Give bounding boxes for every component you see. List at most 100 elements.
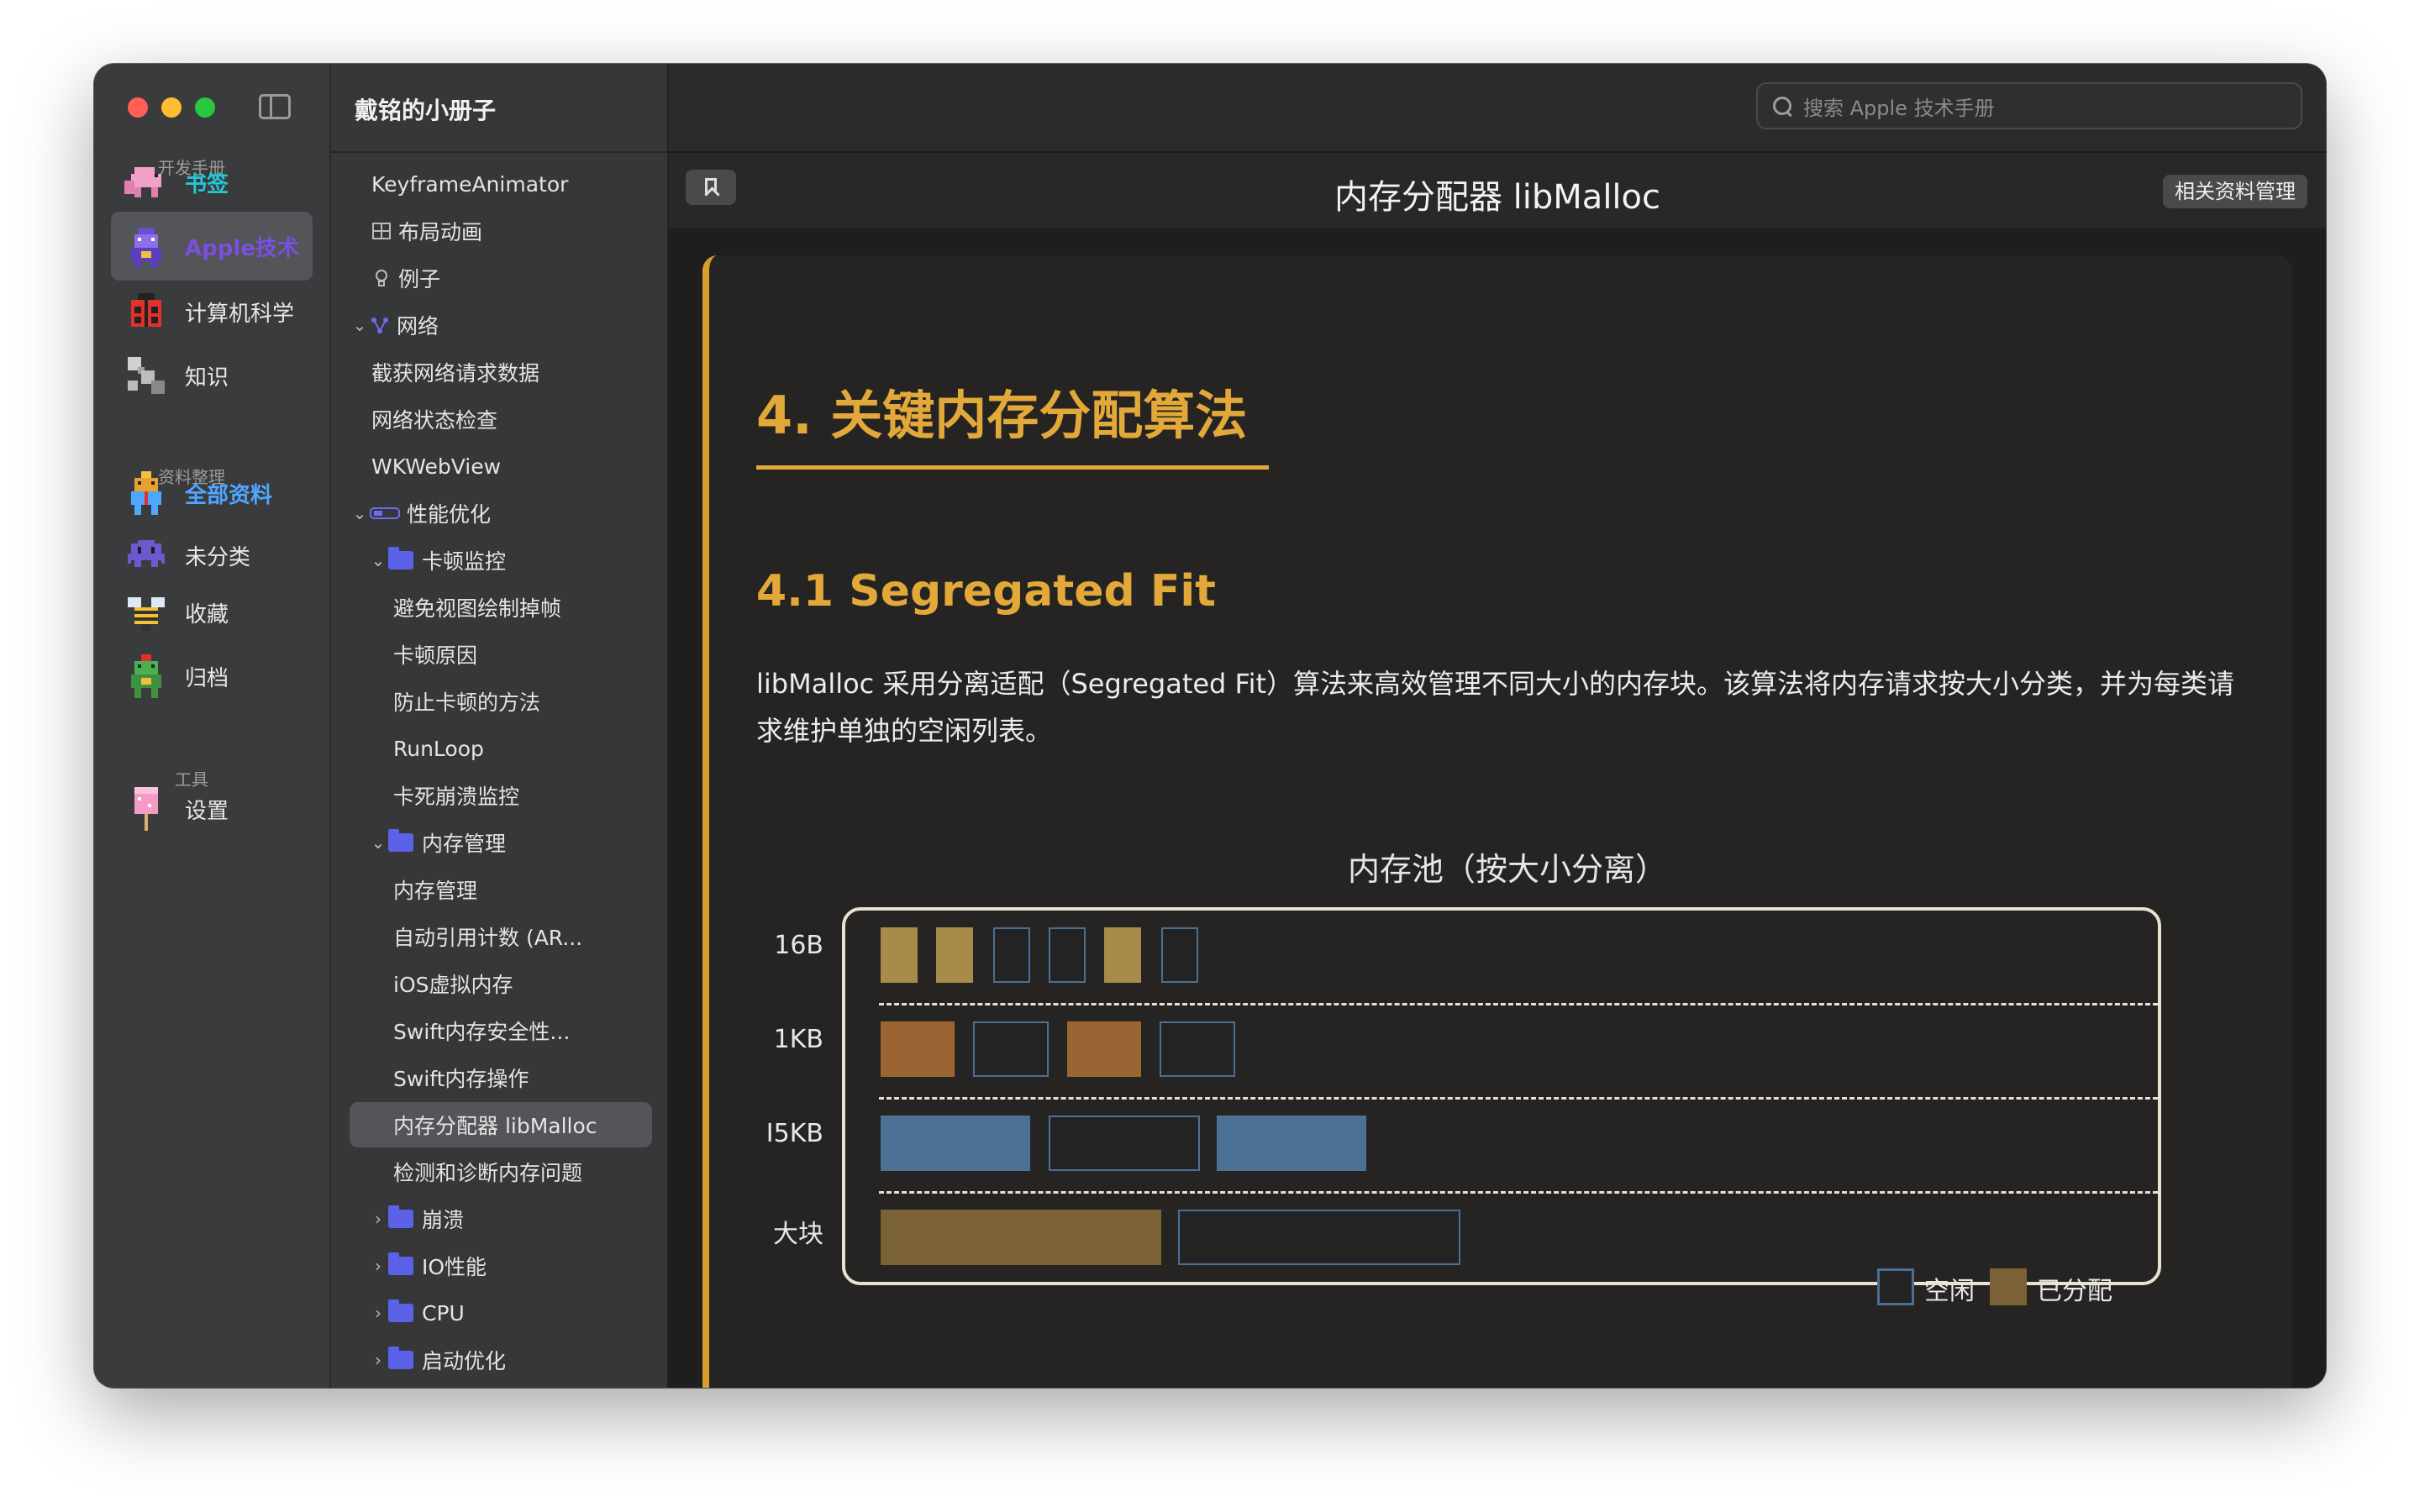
- chevron-down-icon[interactable]: ⌄: [368, 550, 388, 570]
- space-invader-icon: [124, 533, 168, 577]
- block-allocated: [881, 927, 918, 983]
- purple-robot-icon: [124, 224, 168, 268]
- tree-item-label: Swift内存操作: [393, 1067, 529, 1091]
- related-materials-button[interactable]: 相关资料管理: [2163, 175, 2307, 208]
- tree-item[interactable]: 布局动画: [371, 208, 674, 254]
- outline-header: 戴铭的小册子: [331, 64, 667, 153]
- tree-item-label: 启动优化: [422, 1349, 507, 1373]
- sidebar-item-apple-tech[interactable]: Apple技术: [111, 212, 313, 281]
- chevron-down-icon[interactable]: ⌄: [350, 503, 370, 523]
- diagram-title: 内存池（按大小分离）: [1347, 851, 1667, 888]
- tree-group-performance[interactable]: ⌄ 性能优化: [350, 491, 652, 536]
- sidebar-item-archive[interactable]: 归档: [111, 642, 313, 711]
- row-divider: [879, 1003, 2158, 1005]
- tree-group-network[interactable]: ⌄ 网络: [350, 302, 652, 348]
- tree-item-label: 防止卡顿的方法: [393, 690, 541, 715]
- sidebar-item-settings[interactable]: 设置: [111, 774, 313, 843]
- tree-item-label: 卡顿监控: [422, 549, 507, 574]
- tree-item[interactable]: 防止卡顿的方法: [393, 679, 696, 724]
- tree-item[interactable]: RunLoop: [393, 726, 696, 771]
- tree-item[interactable]: 卡死崩溃监控: [393, 773, 696, 818]
- tree-folder-cpu[interactable]: › CPU: [368, 1290, 671, 1336]
- app-title: 戴铭的小册子: [355, 97, 497, 124]
- tree-item-label: 网络: [397, 314, 439, 339]
- block-free: [993, 927, 1030, 983]
- tree-folder-launch[interactable]: › 启动优化: [368, 1337, 671, 1383]
- chevron-right-icon[interactable]: ›: [368, 1350, 388, 1370]
- tree-item[interactable]: WKWebView: [371, 444, 674, 489]
- chevron-right-icon[interactable]: ›: [368, 1209, 388, 1229]
- sidebar-item-label: 知识: [185, 365, 229, 391]
- legend-used-swatch: [1990, 1268, 2027, 1305]
- document-header: 内存分配器 libMalloc 相关资料管理: [669, 153, 2326, 228]
- traffic-lights: [128, 97, 215, 118]
- heading-underline: [756, 465, 1269, 470]
- close-button[interactable]: [128, 97, 148, 118]
- zoom-button[interactable]: [195, 97, 215, 118]
- tree-item[interactable]: KeyframeAnimator: [371, 161, 674, 207]
- search-placeholder[interactable]: 搜索 Apple 技术手册: [1803, 92, 1995, 121]
- pixel-tool-icon: [124, 354, 168, 397]
- minimize-button[interactable]: [161, 97, 182, 118]
- folder-icon: [388, 1299, 413, 1322]
- tree-folder-jank-monitor[interactable]: ⌄ 卡顿监控: [368, 538, 671, 583]
- chevron-down-icon[interactable]: ⌄: [368, 832, 388, 853]
- heading-2: 4.1 Segregated Fit: [756, 566, 1217, 617]
- legend-free-label: 空闲: [1924, 1277, 1975, 1306]
- sidebar-item-all-materials[interactable]: 全部资料: [111, 459, 313, 528]
- chevron-right-icon[interactable]: ›: [368, 1256, 388, 1276]
- sidebar-item-favorites[interactable]: 收藏: [111, 578, 313, 647]
- frog-icon: [124, 654, 168, 698]
- tree-item[interactable]: 卡顿原因: [393, 632, 696, 677]
- sidebar-item-label: 未分类: [185, 544, 251, 570]
- app-window: 开发手册 书签 Apple技术 计算机科学 知识 资料整理 全部资料 未分类 收…: [94, 64, 2326, 1388]
- tree-item-label: CPU: [422, 1300, 465, 1326]
- tree-item[interactable]: iOS虚拟内存: [393, 961, 696, 1006]
- tree-item[interactable]: Swift内存操作: [393, 1055, 696, 1100]
- block-allocated: [1067, 1021, 1141, 1077]
- sidebar-item-computer-science[interactable]: 计算机科学: [111, 277, 313, 346]
- tree-item[interactable]: 例子: [371, 255, 674, 301]
- block-allocated: [1217, 1116, 1366, 1171]
- tree-item[interactable]: 网络状态检查: [371, 396, 674, 442]
- tree-item[interactable]: 自动引用计数 (AR...: [393, 914, 696, 959]
- sidebar: 开发手册 书签 Apple技术 计算机科学 知识 资料整理 全部资料 未分类 收…: [94, 64, 331, 1388]
- tree-item[interactable]: 检测和诊断内存问题: [393, 1149, 696, 1194]
- chevron-right-icon[interactable]: ›: [368, 1303, 388, 1323]
- network-icon: [370, 315, 390, 335]
- tree-item-label: 例子: [398, 267, 441, 291]
- toolbar: 搜索 Apple 技术手册: [669, 64, 2326, 153]
- tree-item[interactable]: 截获网络请求数据: [371, 349, 674, 395]
- tree-folder-io[interactable]: › IO性能: [368, 1243, 671, 1289]
- tree-item-label: 内存管理: [393, 879, 478, 903]
- tree-item[interactable]: 内存管理: [393, 867, 696, 912]
- sidebar-toggle-icon[interactable]: [259, 94, 291, 119]
- sidebar-item-bookmarks[interactable]: 书签: [111, 148, 313, 217]
- sidebar-item-label: 书签: [185, 171, 229, 197]
- content-area: 搜索 Apple 技术手册 内存分配器 libMalloc 相关资料管理 4. …: [669, 64, 2326, 1388]
- block-free: [1161, 927, 1198, 983]
- tree-folder-memory[interactable]: ⌄ 内存管理: [368, 820, 671, 865]
- popsicle-icon: [124, 787, 168, 831]
- chevron-down-icon[interactable]: ⌄: [350, 315, 370, 335]
- tree-item-label: 布局动画: [398, 220, 483, 244]
- tree-item[interactable]: Swift内存安全性...: [393, 1008, 696, 1053]
- tree-item-label: 截获网络请求数据: [371, 361, 540, 386]
- block-allocated: [1104, 927, 1141, 983]
- tree-item-selected[interactable]: 内存分配器 libMalloc: [350, 1102, 652, 1147]
- block-free: [1178, 1210, 1460, 1265]
- ladybug-icon: [124, 290, 168, 333]
- block-allocated: [881, 1210, 1161, 1265]
- search-field[interactable]: 搜索 Apple 技术手册: [1756, 82, 2302, 129]
- tree-item-label: 内存分配器 libMalloc: [393, 1114, 597, 1138]
- bee-icon: [124, 591, 168, 634]
- tree-folder-crash[interactable]: › 崩溃: [368, 1196, 671, 1242]
- tree-item-label: WKWebView: [371, 454, 502, 479]
- sidebar-item-label: 全部资料: [185, 482, 273, 508]
- folder-icon: [388, 829, 413, 852]
- block-allocated: [881, 1116, 1030, 1171]
- sidebar-item-knowledge[interactable]: 知识: [111, 341, 313, 410]
- paragraph: libMalloc 采用分离适配（Segregated Fit）算法来高效管理不…: [756, 668, 2235, 747]
- tree-item[interactable]: 避免视图绘制掉帧: [393, 585, 696, 630]
- block-free: [1049, 1116, 1200, 1171]
